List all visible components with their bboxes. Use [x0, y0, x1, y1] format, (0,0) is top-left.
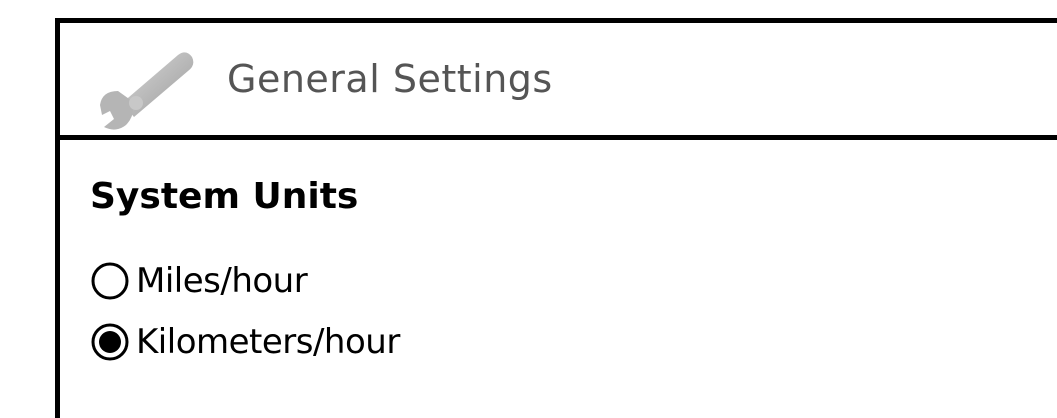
general-settings-panel: General Settings System Units Miles/hour… — [55, 18, 1057, 418]
radio-unselected-icon[interactable] — [90, 261, 130, 301]
option-label: Kilometers/hour — [136, 322, 400, 362]
wrench-icon — [92, 41, 202, 137]
section-title-system-units: System Units — [90, 176, 359, 217]
option-label: Miles/hour — [136, 261, 308, 301]
settings-header: General Settings — [60, 23, 1057, 140]
radio-selected-icon[interactable] — [90, 322, 130, 362]
radio-option-miles-per-hour[interactable]: Miles/hour — [90, 256, 308, 306]
page-title: General Settings — [227, 57, 553, 101]
radio-option-kilometers-per-hour[interactable]: Kilometers/hour — [90, 317, 400, 367]
